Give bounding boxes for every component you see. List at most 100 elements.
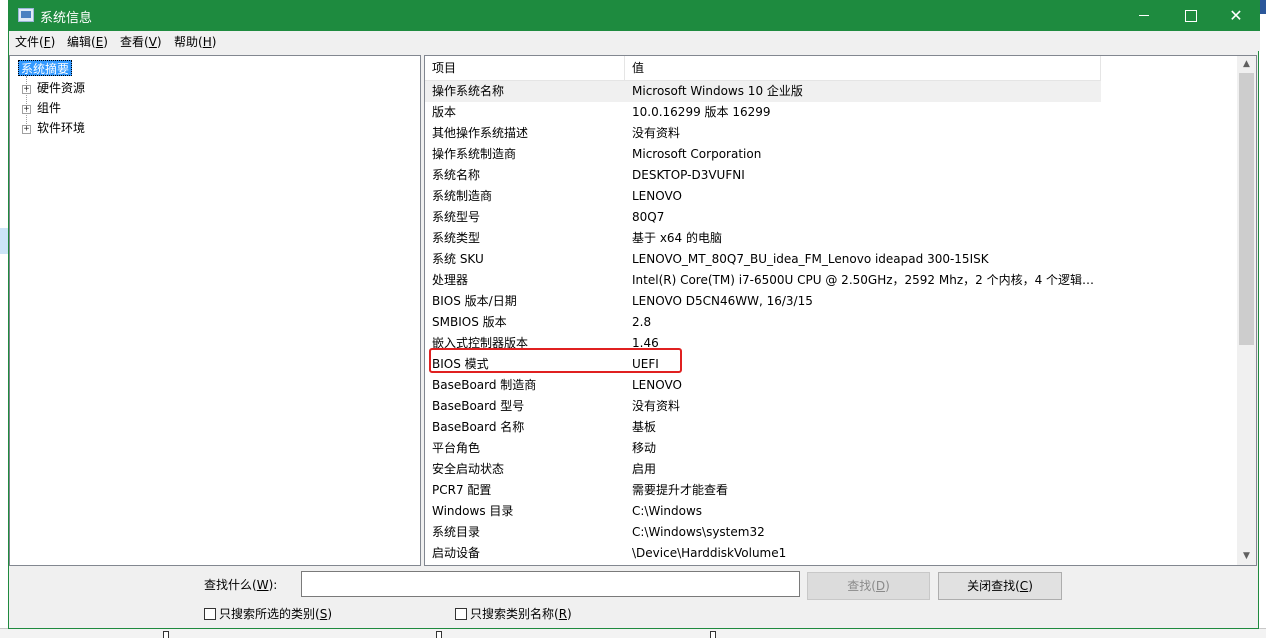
table-row[interactable]: BIOS 模式 UEFI <box>425 354 1240 375</box>
details-list[interactable]: 项目 值 操作系统名称 Microsoft Windows 10 企业版版本 10.… <box>424 55 1257 566</box>
table-row[interactable]: PCR7 配置 需要提升才能查看 <box>425 480 1240 501</box>
background-window-edge-right <box>1258 0 1266 638</box>
background-accent <box>1259 0 1266 14</box>
row-value-cell: 基于 x64 的电脑 <box>632 231 723 245</box>
table-row[interactable]: 其他操作系统描述 没有资料 <box>425 123 1240 144</box>
table-row[interactable]: 系统目录 C:\Windows\system32 <box>425 522 1240 543</box>
row-value-cell: Microsoft Windows 10 企业版 <box>632 84 803 98</box>
row-item-cell: 其他操作系统描述 <box>432 126 529 140</box>
row-item-cell: 嵌入式控制器版本 <box>432 336 529 350</box>
row-item-cell: BIOS 版本/日期 <box>432 294 517 308</box>
row-item-cell: 系统 SKU <box>432 252 484 266</box>
table-row[interactable]: SMBIOS 版本 2.8 <box>425 312 1240 333</box>
table-row[interactable]: BIOS 版本/日期 LENOVO D5CN46WW, 16/3/15 <box>425 291 1240 312</box>
row-value-cell: 基板 <box>632 420 657 434</box>
row-value-cell: 1.46 <box>632 336 659 350</box>
row-item-cell: 启动设备 <box>432 546 481 560</box>
list-header: 项目 值 <box>425 56 1101 81</box>
row-value-cell: LENOVO <box>632 378 682 392</box>
row-item-cell: 系统名称 <box>432 168 481 182</box>
row-value-cell: 10.0.16299 版本 16299 <box>632 105 771 119</box>
minimize-button[interactable] <box>1121 0 1167 31</box>
close-button[interactable]: ✕ <box>1213 0 1259 31</box>
table-row[interactable]: 处理器 Intel(R) Core(TM) i7-6500U CPU @ 2.50… <box>425 270 1240 291</box>
tree-item-hardware-resources[interactable]: + 硬件资源 <box>22 80 85 96</box>
row-item-cell: 操作系统名称 <box>432 84 505 98</box>
menu-help[interactable]: 帮助(H) <box>174 33 216 50</box>
column-header-value[interactable]: 值 <box>625 56 1101 81</box>
row-item-cell: 系统目录 <box>432 525 481 539</box>
expand-icon[interactable]: + <box>22 125 31 134</box>
table-row[interactable]: Windows 目录 C:\Windows <box>425 501 1240 522</box>
maximize-button[interactable] <box>1167 0 1213 31</box>
table-row[interactable]: 操作系统名称 Microsoft Windows 10 企业版 <box>425 81 1101 102</box>
row-value-cell: UEFI <box>632 357 659 371</box>
menu-edit[interactable]: 编辑(E) <box>67 33 108 50</box>
scroll-up-icon[interactable]: ▲ <box>1237 56 1256 73</box>
table-row[interactable]: 系统 SKU LENOVO_MT_80Q7_BU_idea_FM_Lenovo i… <box>425 249 1240 270</box>
column-header-item[interactable]: 项目 <box>425 56 625 81</box>
row-value-cell: \Device\HarddiskVolume1 <box>632 546 787 560</box>
title-bar[interactable]: 系统信息 ✕ <box>9 0 1260 31</box>
search-category-names-checkbox[interactable]: 只搜索类别名称(R) <box>455 606 572 622</box>
system-info-window: 系统信息 ✕ 文件(F) 编辑(E) 查看(V) 帮助(H) 系统摘要 + 硬件资… <box>8 0 1260 629</box>
system-info-app-icon <box>18 8 34 22</box>
row-item-cell: 操作系统制造商 <box>432 147 517 161</box>
table-row[interactable]: 嵌入式控制器版本 1.46 <box>425 333 1240 354</box>
expand-icon[interactable]: + <box>22 85 31 94</box>
table-row[interactable]: 启动设备 \Device\HarddiskVolume1 <box>425 543 1240 564</box>
row-value-cell: Intel(R) Core(TM) i7-6500U CPU @ 2.50GHz… <box>632 273 1096 287</box>
row-value-cell: 80Q7 <box>632 210 665 224</box>
background-marker <box>436 631 442 638</box>
table-row[interactable]: BaseBoard 名称 基板 <box>425 417 1240 438</box>
row-item-cell: 系统型号 <box>432 210 481 224</box>
checkbox-icon[interactable] <box>455 608 467 620</box>
row-value-cell: 移动 <box>632 441 657 455</box>
row-value-cell: 启用 <box>632 462 657 476</box>
scroll-down-icon[interactable]: ▼ <box>1237 548 1256 565</box>
background-marker <box>710 631 716 638</box>
row-item-cell: 系统制造商 <box>432 189 493 203</box>
category-tree[interactable]: 系统摘要 + 硬件资源 + 组件 + 软件环境 <box>9 55 421 566</box>
close-find-button[interactable]: 关闭查找(C) <box>938 572 1062 600</box>
scroll-thumb[interactable] <box>1239 73 1254 345</box>
table-row[interactable]: 安全启动状态 启用 <box>425 459 1240 480</box>
table-row[interactable]: 系统制造商 LENOVO <box>425 186 1240 207</box>
find-input[interactable] <box>301 571 800 597</box>
menu-file[interactable]: 文件(F) <box>15 33 55 50</box>
row-value-cell: 没有资料 <box>632 399 681 413</box>
table-row[interactable]: 系统名称 DESKTOP-D3VUFNI <box>425 165 1240 186</box>
find-what-label: 查找什么(W): <box>204 578 278 592</box>
table-row[interactable]: BaseBoard 制造商 LENOVO <box>425 375 1240 396</box>
row-value-cell: 需要提升才能查看 <box>632 483 729 497</box>
tree-item-system-summary[interactable]: 系统摘要 <box>18 60 73 76</box>
row-value-cell: C:\Windows <box>632 504 703 518</box>
row-value-cell: 没有资料 <box>632 126 681 140</box>
row-value-cell: LENOVO_MT_80Q7_BU_idea_FM_Lenovo ideapad… <box>632 252 989 266</box>
table-row[interactable]: 平台角色 移动 <box>425 438 1240 459</box>
menu-view[interactable]: 查看(V) <box>120 33 162 50</box>
table-row[interactable]: 系统型号 80Q7 <box>425 207 1240 228</box>
row-item-cell: 安全启动状态 <box>432 462 505 476</box>
table-row[interactable]: 版本 10.0.16299 版本 16299 <box>425 102 1240 123</box>
table-row[interactable]: BaseBoard 型号 没有资料 <box>425 396 1240 417</box>
table-row[interactable]: 系统类型 基于 x64 的电脑 <box>425 228 1240 249</box>
row-value-cell: Microsoft Corporation <box>632 147 762 161</box>
row-item-cell: SMBIOS 版本 <box>432 315 507 329</box>
expand-icon[interactable]: + <box>22 105 31 114</box>
tree-item-components[interactable]: + 组件 <box>22 100 61 116</box>
tree-item-software-environment[interactable]: + 软件环境 <box>22 120 85 136</box>
row-item-cell: 系统类型 <box>432 231 481 245</box>
table-row[interactable]: 操作系统制造商 Microsoft Corporation <box>425 144 1240 165</box>
row-item-cell: BaseBoard 型号 <box>432 399 525 413</box>
row-value-cell: LENOVO D5CN46WW, 16/3/15 <box>632 294 813 308</box>
background-marker <box>163 631 169 638</box>
find-button[interactable]: 查找(D) <box>807 572 930 600</box>
row-value-cell: DESKTOP-D3VUFNI <box>632 168 745 182</box>
checkbox-icon[interactable] <box>204 608 216 620</box>
menu-bar: 文件(F) 编辑(E) 查看(V) 帮助(H) <box>9 31 1260 51</box>
row-item-cell: BaseBoard 制造商 <box>432 378 537 392</box>
list-rows: 操作系统名称 Microsoft Windows 10 企业版版本 10.0.162… <box>425 81 1240 564</box>
vertical-scrollbar[interactable]: ▲ ▼ <box>1237 56 1256 565</box>
search-selected-category-checkbox[interactable]: 只搜索所选的类别(S) <box>204 606 332 622</box>
